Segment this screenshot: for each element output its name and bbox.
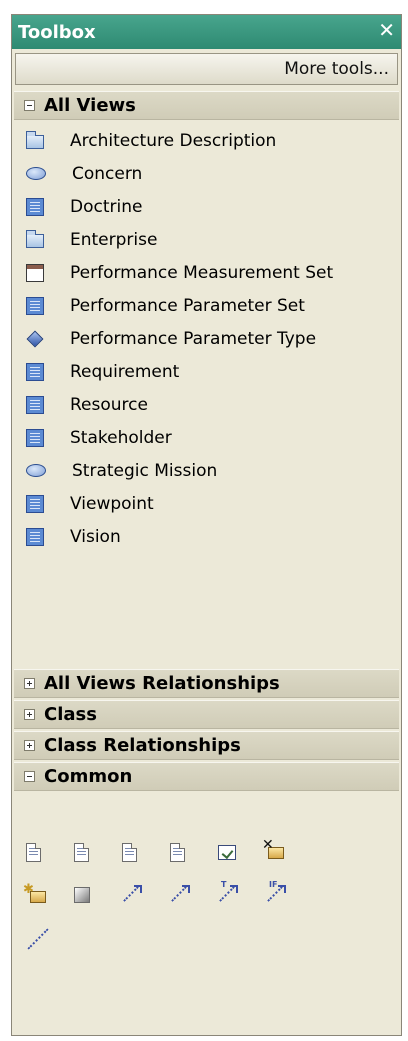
section-class-label: Class — [44, 704, 97, 725]
section-all-views[interactable]: All Views — [14, 91, 399, 120]
dashed-line-icon[interactable] — [24, 925, 52, 953]
section-common-label: Common — [44, 766, 133, 787]
tool-item-performance-measurement-set[interactable]: Performance Measurement Set — [12, 256, 401, 289]
folder-icon — [26, 229, 44, 248]
collapse-icon[interactable] — [24, 771, 35, 782]
tool-item-stakeholder[interactable]: Stakeholder — [12, 421, 401, 454]
tool-item-label: Performance Parameter Type — [70, 328, 317, 349]
ellipse-icon — [26, 167, 46, 180]
export-note-icon[interactable] — [122, 843, 137, 862]
ellipse-icon — [26, 464, 46, 477]
tool-item-enterprise[interactable]: Enterprise — [12, 223, 401, 256]
tool-item-performance-parameter-set[interactable]: Performance Parameter Set — [12, 289, 401, 322]
document-icon — [26, 296, 44, 315]
typed-link-tag: T — [221, 880, 227, 889]
expand-icon[interactable] — [24, 709, 35, 720]
common-tools-grid: T IF — [12, 837, 401, 963]
tool-item-resource[interactable]: Resource — [12, 388, 401, 421]
document-icon — [26, 395, 44, 414]
diamond-icon — [26, 330, 44, 347]
section-class[interactable]: Class — [14, 700, 399, 729]
tool-item-label: Resource — [70, 394, 148, 415]
document-icon — [26, 362, 44, 381]
tool-item-label: Doctrine — [70, 196, 143, 217]
expand-icon[interactable] — [24, 740, 35, 751]
section-all-views-relationships-label: All Views Relationships — [44, 673, 280, 694]
more-tools-button[interactable]: More tools... — [15, 53, 398, 85]
document-icon — [26, 494, 44, 513]
toolbox-panel: Toolbox ✕ More tools... All Views Archit… — [11, 14, 402, 1036]
checkbox-icon[interactable] — [218, 845, 236, 860]
typed-link-icon[interactable]: T — [216, 880, 238, 905]
trace-arrow-icon[interactable] — [168, 883, 190, 905]
expand-icon[interactable] — [24, 678, 35, 689]
remove-element-icon[interactable] — [262, 837, 284, 859]
tool-item-label: Strategic Mission — [72, 460, 218, 481]
tool-item-label: Vision — [70, 526, 121, 547]
tool-item-label: Stakeholder — [70, 427, 172, 448]
tool-item-doctrine[interactable]: Doctrine — [12, 190, 401, 223]
tool-item-label: Concern — [72, 163, 143, 184]
tool-item-label: Architecture Description — [70, 130, 277, 151]
section-all-views-label: All Views — [44, 95, 136, 116]
tool-item-label: Enterprise — [70, 229, 158, 250]
tool-item-vision[interactable]: Vision — [12, 520, 401, 553]
note-icon[interactable] — [26, 843, 41, 862]
measurement-set-icon — [26, 263, 44, 282]
gradient-box-icon[interactable] — [74, 887, 90, 903]
tool-item-label: Viewpoint — [70, 493, 154, 514]
folder-icon — [26, 130, 44, 149]
document-icon — [26, 428, 44, 447]
dependency-arrow-icon[interactable] — [120, 883, 142, 905]
tool-item-label: Performance Measurement Set — [70, 262, 334, 283]
tool-item-requirement[interactable]: Requirement — [12, 355, 401, 388]
tool-item-architecture-description[interactable]: Architecture Description — [12, 124, 401, 157]
document-icon — [26, 527, 44, 546]
conditional-link-tag: IF — [269, 880, 278, 889]
section-class-relationships[interactable]: Class Relationships — [14, 731, 399, 760]
more-tools-label: More tools... — [284, 59, 389, 79]
close-icon[interactable]: ✕ — [378, 18, 395, 42]
section-common[interactable]: Common — [14, 762, 399, 791]
tool-item-label: Requirement — [70, 361, 180, 382]
tool-item-viewpoint[interactable]: Viewpoint — [12, 487, 401, 520]
tool-item-strategic-mission[interactable]: Strategic Mission — [12, 454, 401, 487]
toolbox-title-bar[interactable]: Toolbox ✕ — [12, 15, 401, 49]
section-class-relationships-label: Class Relationships — [44, 735, 241, 756]
toolbox-title: Toolbox — [18, 21, 96, 43]
tool-item-concern[interactable]: Concern — [12, 157, 401, 190]
new-element-icon[interactable] — [23, 882, 46, 903]
document-icon — [26, 197, 44, 216]
conditional-link-icon[interactable]: IF — [264, 880, 286, 905]
text-note-icon[interactable] — [170, 843, 185, 862]
refresh-note-icon[interactable] — [74, 843, 89, 862]
tool-item-performance-parameter-type[interactable]: Performance Parameter Type — [12, 322, 401, 355]
section-all-views-relationships[interactable]: All Views Relationships — [14, 669, 399, 698]
tool-item-label: Performance Parameter Set — [70, 295, 305, 316]
collapse-icon[interactable] — [24, 100, 35, 111]
